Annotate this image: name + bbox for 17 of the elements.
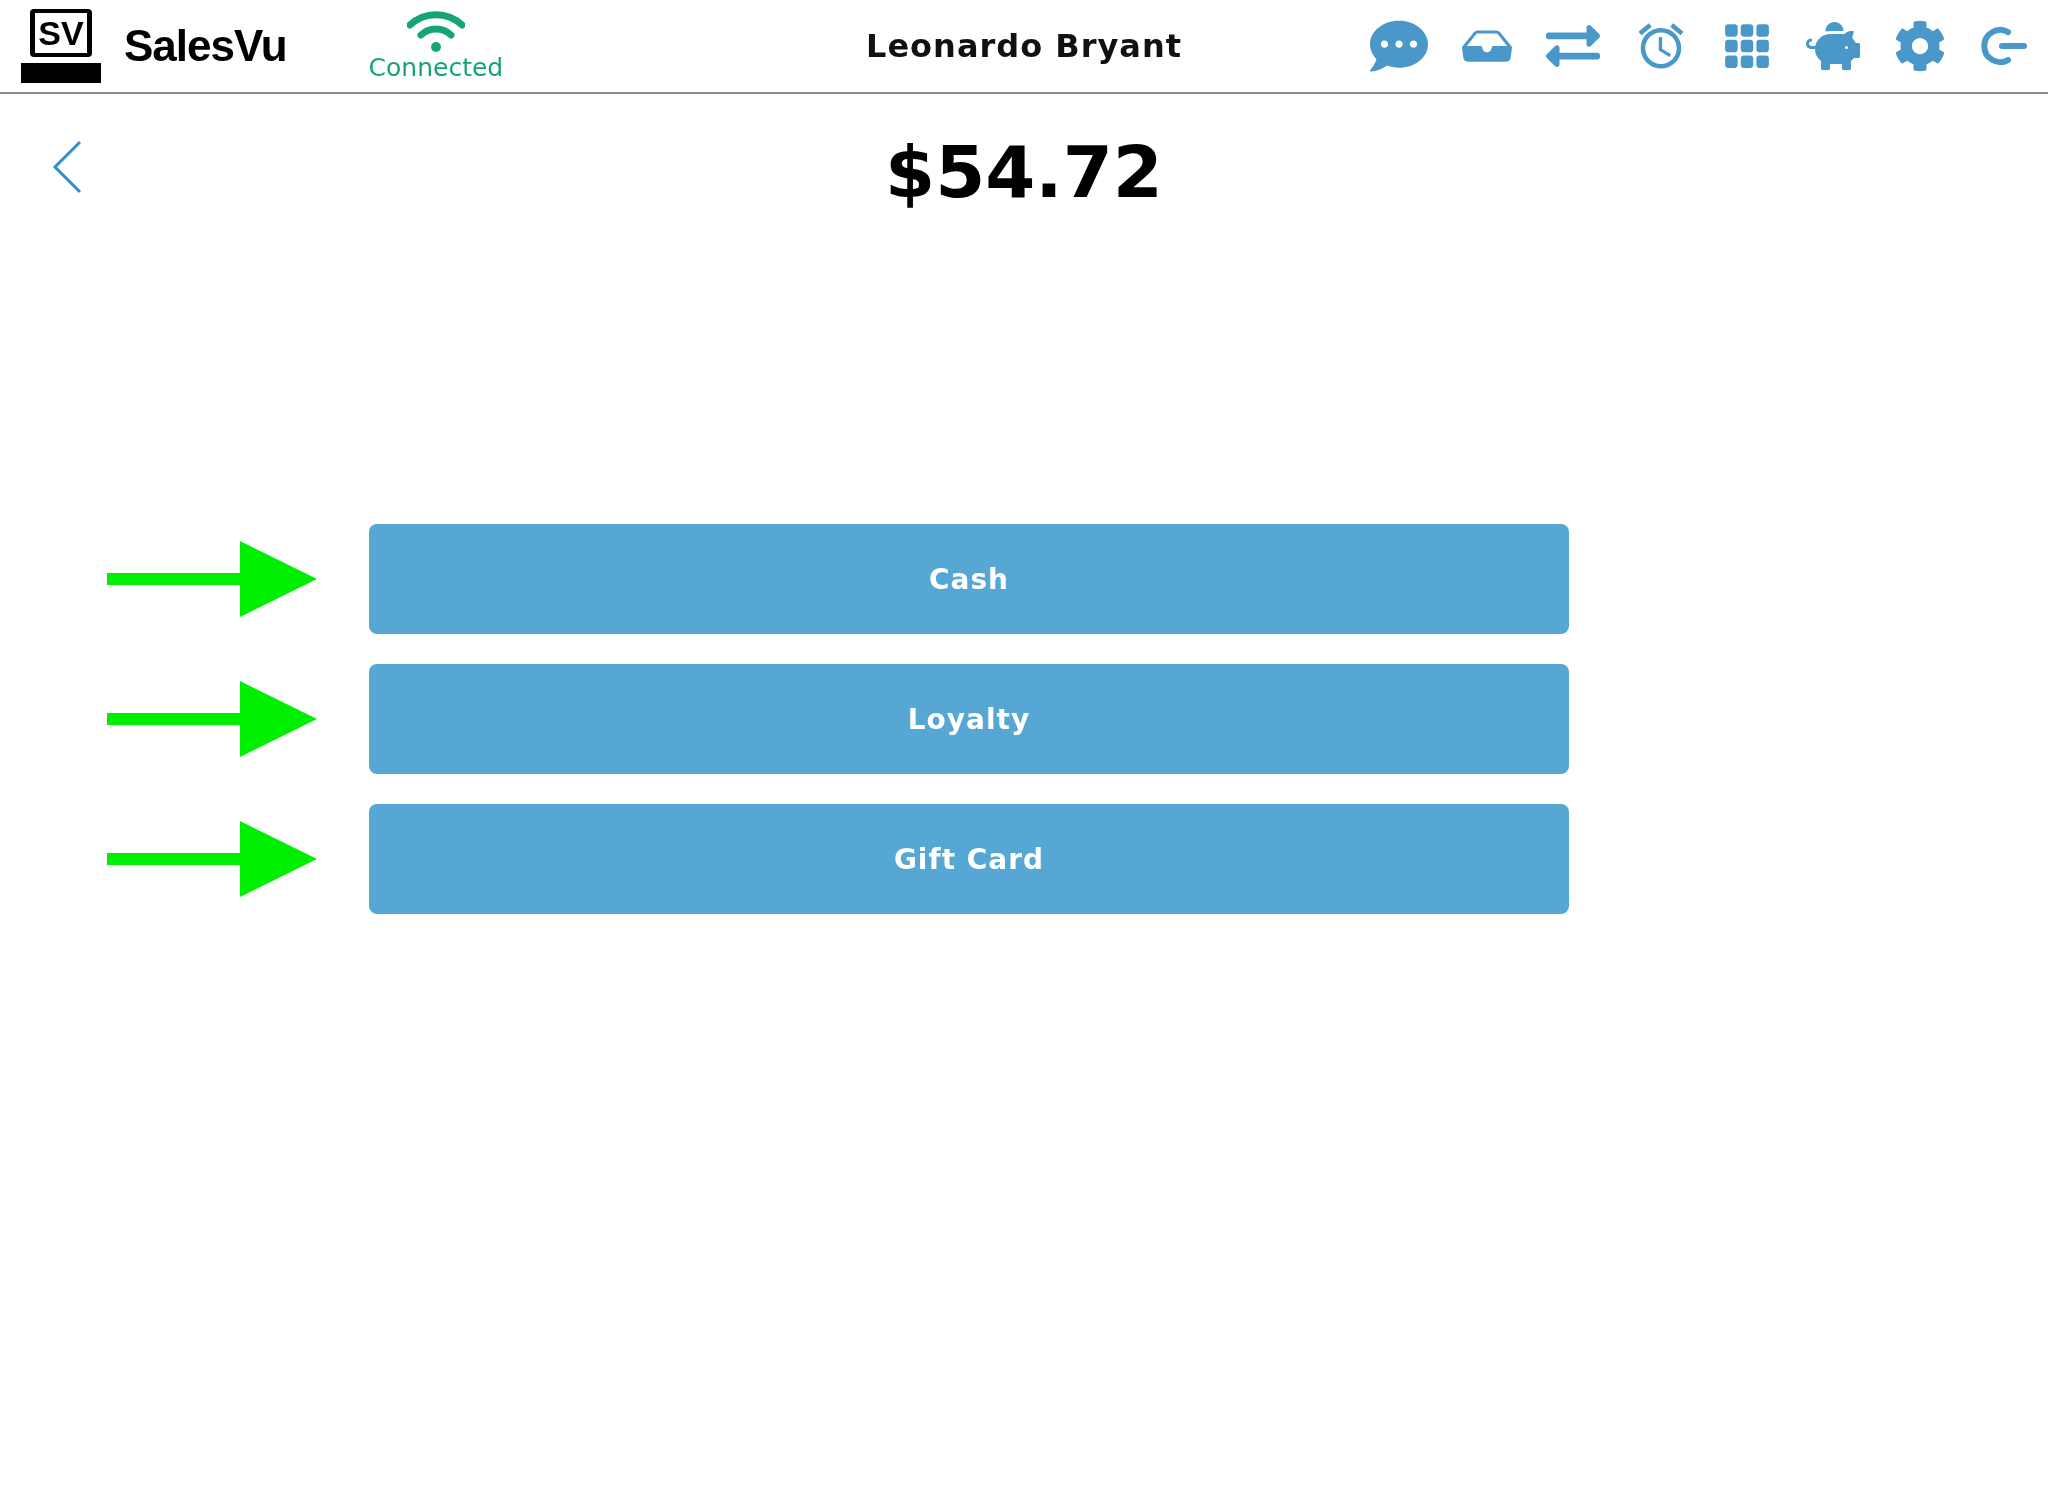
piggy-bank-icon[interactable] xyxy=(1806,19,1860,73)
payment-button[interactable]: Gift Card xyxy=(369,804,1569,914)
back-icon[interactable] xyxy=(50,139,84,195)
grid-icon[interactable] xyxy=(1722,21,1772,71)
arrow-icon xyxy=(107,681,317,757)
brand-name: SalesVu xyxy=(124,21,287,71)
arrow-icon xyxy=(107,821,317,897)
settings-icon[interactable] xyxy=(1894,20,1946,72)
arrow-icon xyxy=(107,541,317,617)
logout-icon[interactable] xyxy=(1980,24,2028,68)
user-name: Leonardo Bryant xyxy=(866,27,1182,65)
payment-button[interactable]: Cash xyxy=(369,524,1569,634)
logo: SV xyxy=(20,5,102,87)
payment-button[interactable]: Loyalty xyxy=(369,664,1569,774)
wifi-icon xyxy=(406,10,465,53)
amount-due: $54.72 xyxy=(885,130,1163,214)
connection-status: Connected xyxy=(368,52,504,82)
